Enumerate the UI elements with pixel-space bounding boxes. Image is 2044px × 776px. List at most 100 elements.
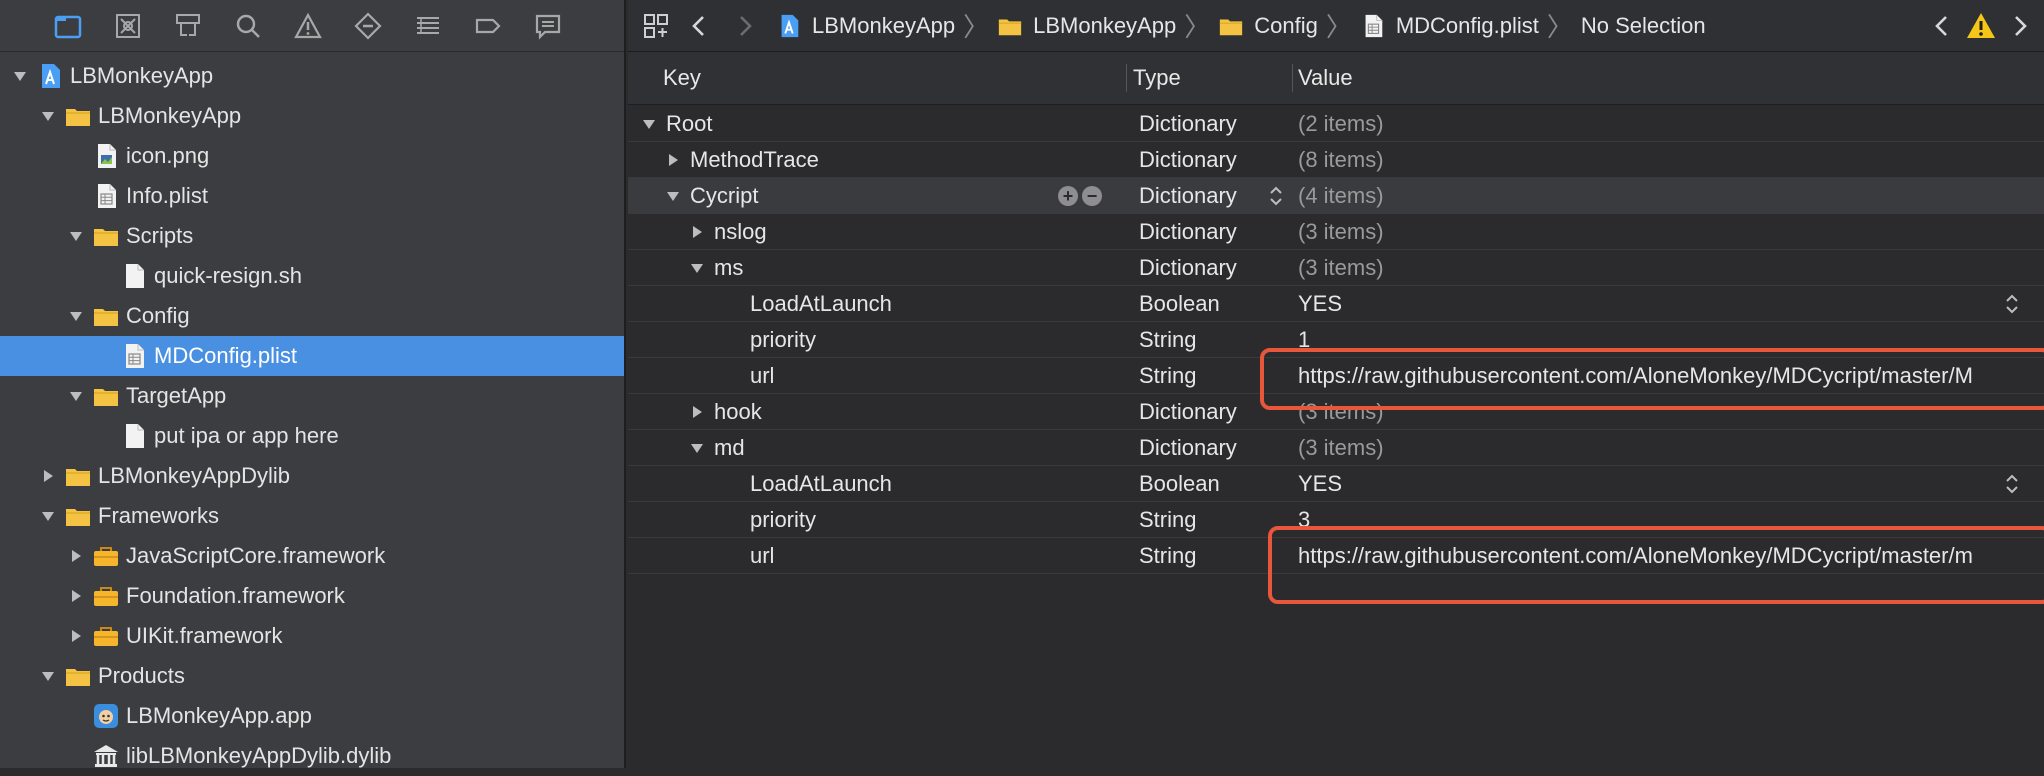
breadcrumb-item[interactable]: LBMonkeyApp [997, 13, 1176, 39]
disclosure-closed-icon[interactable] [38, 466, 58, 486]
next-issue-button[interactable] [2004, 0, 2034, 52]
plist-value[interactable]: (3 items) [1298, 430, 1384, 466]
report-icon[interactable] [518, 0, 578, 52]
plist-key[interactable]: LoadAtLaunch [750, 291, 892, 317]
forward-button[interactable] [722, 0, 766, 52]
plist-type[interactable]: Boolean [1139, 466, 1220, 502]
column-divider[interactable] [1126, 64, 1127, 92]
plist-row[interactable]: Cycript + − Dictionary (4 items) [628, 178, 2044, 214]
tree-item[interactable]: Frameworks [0, 496, 624, 536]
plist-key[interactable]: priority [750, 327, 816, 353]
plist-type[interactable]: Dictionary [1139, 106, 1237, 142]
disclosure-open-icon[interactable] [38, 106, 58, 126]
plist-key[interactable]: Root [666, 111, 712, 137]
plist-row[interactable]: LoadAtLaunch Boolean YES [628, 466, 2044, 502]
tree-item[interactable]: Info.plist [0, 176, 624, 216]
issue-icon[interactable] [278, 0, 338, 52]
disclosure-closed-icon[interactable] [664, 151, 682, 169]
tree-item[interactable]: Config [0, 296, 624, 336]
plist-key[interactable]: priority [750, 507, 816, 533]
plist-key[interactable]: Cycript [690, 183, 758, 209]
plist-key[interactable]: ms [714, 255, 743, 281]
project-navigator-icon[interactable] [38, 0, 98, 52]
plist-type[interactable]: String [1139, 322, 1196, 358]
plist-value[interactable]: (3 items) [1298, 214, 1384, 250]
symbol-navigator-icon[interactable] [158, 0, 218, 52]
plist-type[interactable]: String [1139, 538, 1196, 574]
disclosure-closed-icon[interactable] [688, 403, 706, 421]
breakpoint-icon[interactable] [458, 0, 518, 52]
type-column-header[interactable]: Type [1133, 52, 1181, 104]
plist-key[interactable]: hook [714, 399, 762, 425]
tree-item[interactable]: LBMonkeyApp [0, 96, 624, 136]
tree-item[interactable]: libLBMonkeyAppDylib.dylib [0, 736, 624, 776]
plist-type[interactable]: Dictionary [1139, 394, 1237, 430]
debug-icon[interactable] [398, 0, 458, 52]
disclosure-closed-icon[interactable] [66, 586, 86, 606]
plist-key[interactable]: nslog [714, 219, 767, 245]
plist-key[interactable]: url [750, 363, 774, 389]
tree-item[interactable]: MDConfig.plist [0, 336, 624, 376]
plist-value[interactable]: YES [1298, 286, 1342, 322]
plist-type[interactable]: Dictionary [1139, 430, 1237, 466]
tree-item[interactable]: Scripts [0, 216, 624, 256]
type-stepper-icon[interactable] [1268, 184, 1284, 208]
plist-type[interactable]: Dictionary [1139, 250, 1237, 286]
tree-item[interactable]: LBMonkeyApp [0, 56, 624, 96]
remove-item-button[interactable]: − [1082, 186, 1102, 206]
tree-item[interactable]: LBMonkeyAppDylib [0, 456, 624, 496]
disclosure-open-icon[interactable] [38, 506, 58, 526]
plist-value[interactable]: (2 items) [1298, 106, 1384, 142]
disclosure-open-icon[interactable] [66, 306, 86, 326]
tree-item[interactable]: LBMonkeyApp.app [0, 696, 624, 736]
tree-item[interactable]: icon.png [0, 136, 624, 176]
breadcrumb-item[interactable]: Config [1218, 13, 1318, 39]
plist-key[interactable]: LoadAtLaunch [750, 471, 892, 497]
disclosure-open-icon[interactable] [66, 226, 86, 246]
plist-type[interactable]: String [1139, 502, 1196, 538]
tree-item[interactable]: JavaScriptCore.framework [0, 536, 624, 576]
source-control-icon[interactable] [98, 0, 158, 52]
disclosure-open-icon[interactable] [664, 187, 682, 205]
value-column-header[interactable]: Value [1298, 52, 1353, 104]
previous-issue-button[interactable] [1928, 0, 1958, 52]
disclosure-open-icon[interactable] [688, 439, 706, 457]
back-button[interactable] [678, 0, 722, 52]
plist-key[interactable]: MethodTrace [690, 147, 819, 173]
disclosure-closed-icon[interactable] [66, 626, 86, 646]
plist-type[interactable]: Dictionary [1139, 178, 1237, 214]
disclosure-open-icon[interactable] [38, 666, 58, 686]
plist-key[interactable]: url [750, 543, 774, 569]
breadcrumb-item[interactable]: LBMonkeyApp [776, 13, 955, 39]
plist-row[interactable]: Root Dictionary (2 items) [628, 106, 2044, 142]
value-stepper-icon[interactable] [2004, 292, 2022, 316]
breadcrumb-item[interactable]: No Selection [1581, 13, 1706, 39]
plist-value[interactable]: YES [1298, 466, 1342, 502]
plist-type[interactable]: Boolean [1139, 286, 1220, 322]
disclosure-closed-icon[interactable] [688, 223, 706, 241]
related-items-icon[interactable] [634, 0, 678, 52]
value-stepper-icon[interactable] [2004, 472, 2022, 496]
find-icon[interactable] [218, 0, 278, 52]
tree-item[interactable]: Products [0, 656, 624, 696]
plist-value[interactable]: (3 items) [1298, 250, 1384, 286]
disclosure-open-icon[interactable] [640, 115, 658, 133]
plist-value[interactable]: (4 items) [1298, 178, 1384, 214]
plist-type[interactable]: Dictionary [1139, 142, 1237, 178]
test-icon[interactable] [338, 0, 398, 52]
tree-item[interactable]: put ipa or app here [0, 416, 624, 456]
plist-row[interactable]: md Dictionary (3 items) [628, 430, 2044, 466]
warning-icon[interactable] [1966, 11, 1996, 41]
plist-row[interactable]: nslog Dictionary (3 items) [628, 214, 2044, 250]
plist-key[interactable]: md [714, 435, 745, 461]
plist-type[interactable]: Dictionary [1139, 214, 1237, 250]
disclosure-open-icon[interactable] [66, 386, 86, 406]
column-divider[interactable] [1292, 64, 1293, 92]
disclosure-open-icon[interactable] [10, 66, 30, 86]
plist-type[interactable]: String [1139, 358, 1196, 394]
tree-item[interactable]: UIKit.framework [0, 616, 624, 656]
disclosure-open-icon[interactable] [688, 259, 706, 277]
plist-row[interactable]: LoadAtLaunch Boolean YES [628, 286, 2044, 322]
disclosure-closed-icon[interactable] [66, 546, 86, 566]
plist-value[interactable]: (8 items) [1298, 142, 1384, 178]
